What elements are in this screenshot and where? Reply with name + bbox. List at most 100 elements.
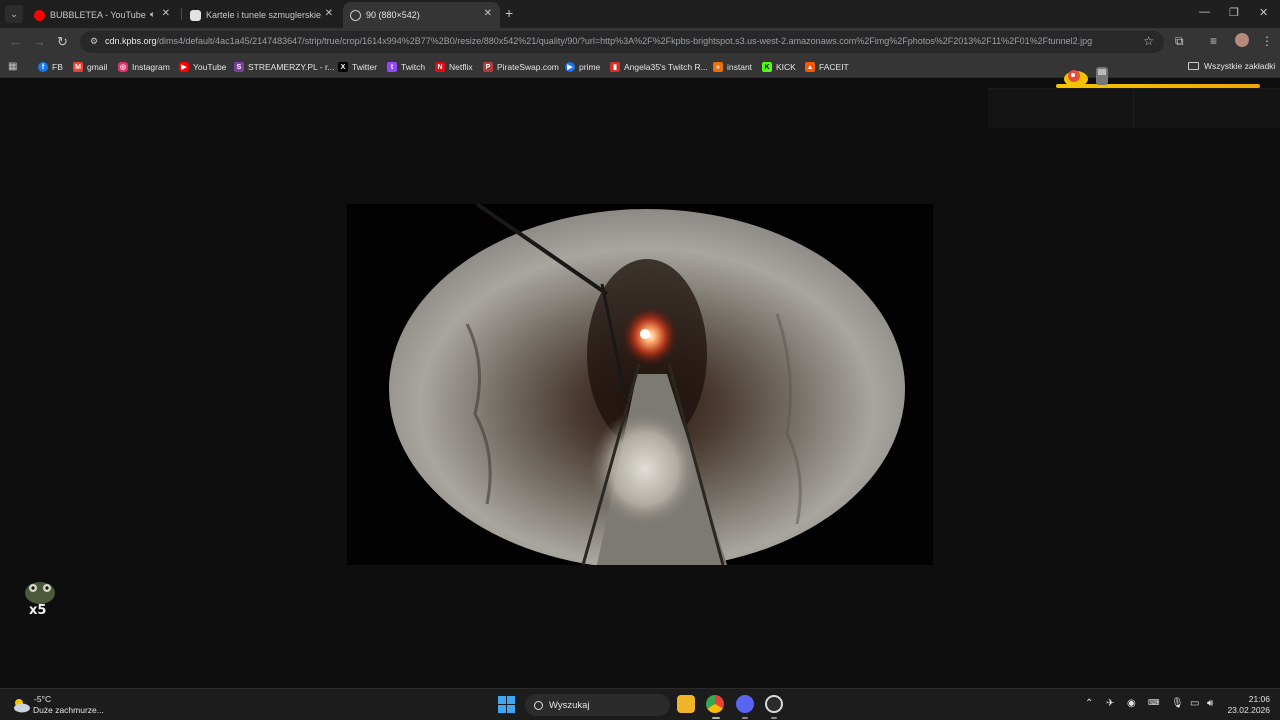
- twitch-icon: t: [387, 62, 397, 72]
- new-tab-button[interactable]: +: [505, 5, 513, 21]
- url-host: cdn.kpbs.org: [105, 36, 157, 46]
- start-button[interactable]: [498, 696, 515, 713]
- bookmark-youtube[interactable]: ▶ YouTube: [179, 61, 226, 73]
- clock-time[interactable]: 21:06: [1244, 694, 1270, 704]
- discord-icon[interactable]: [736, 695, 754, 713]
- all-bookmarks-button[interactable]: Wszystkie zakładki: [1188, 61, 1275, 71]
- streamerzy-icon: S: [234, 62, 244, 72]
- overlay-mascot-icon: [1064, 67, 1108, 87]
- clock-date[interactable]: 23.02.2026: [1226, 705, 1270, 715]
- microphone-icon[interactable]: 🎙︎: [1171, 698, 1184, 709]
- tab-title: 90 (880×542): [366, 10, 420, 20]
- bookmark-streamerzy[interactable]: S STREAMERZY.PL - r...: [234, 61, 334, 73]
- bookmark-pirateswap[interactable]: P PirateSwap.com: [483, 61, 559, 73]
- folder-icon: [1188, 62, 1199, 70]
- close-icon[interactable]: ✕: [325, 8, 333, 19]
- bookmark-faceit[interactable]: ▲ FACEIT: [805, 61, 849, 73]
- url-text[interactable]: cdn.kpbs.org/dims4/default/4ac1a45/21474…: [105, 36, 1092, 46]
- tab-youtube[interactable]: BUBBLETEA - YouTube 🔈︎ ✕: [28, 2, 178, 28]
- kick-icon: K: [762, 62, 772, 72]
- bookmark-fb[interactable]: f FB: [38, 61, 63, 73]
- pirateswap-icon: P: [483, 62, 493, 72]
- widget-count: x5: [29, 603, 47, 618]
- globe-icon: [350, 9, 361, 21]
- bookmark-label: Netflix: [449, 62, 473, 72]
- taskbar-search[interactable]: Wyszukaj: [525, 694, 670, 716]
- site-info-icon[interactable]: ⚙: [88, 36, 100, 48]
- bookmark-instagram[interactable]: ◎ Instagram: [118, 61, 170, 73]
- faceit-icon: ▲: [805, 62, 815, 72]
- volume-icon[interactable]: 🔊︎: [1207, 698, 1213, 709]
- bookmark-kick[interactable]: K KICK: [762, 61, 796, 73]
- menu-icon[interactable]: ⋮: [1261, 34, 1273, 48]
- chart-icon: ▮: [610, 62, 620, 72]
- address-bar[interactable]: ⚙ cdn.kpbs.org/dims4/default/4ac1a45/214…: [80, 31, 1164, 53]
- tab-image[interactable]: 90 (880×542) ✕: [343, 2, 500, 28]
- youtube-icon: ▶: [179, 62, 189, 72]
- back-icon[interactable]: ←: [9, 34, 22, 49]
- forward-icon[interactable]: →: [33, 34, 46, 49]
- running-indicator: [771, 717, 777, 719]
- chatgpt-icon: [190, 9, 201, 21]
- cloudy-weather-icon[interactable]: [11, 697, 31, 713]
- netflix-icon: N: [435, 62, 445, 72]
- reload-icon[interactable]: ↻: [57, 34, 68, 50]
- bookmark-star-icon[interactable]: ☆: [1143, 34, 1154, 48]
- bookmark-gmail[interactable]: Mgmail: [73, 61, 107, 73]
- chevron-up-icon[interactable]: ⌃: [1085, 698, 1093, 709]
- network-icon[interactable]: ▭: [1190, 698, 1199, 709]
- weather-desc[interactable]: Duże zachmurze...: [33, 705, 104, 715]
- close-icon[interactable]: ✕: [162, 8, 170, 19]
- youtube-icon: [34, 9, 45, 21]
- bookmark-label: prime: [579, 62, 601, 72]
- bookmark-label: gmail: [87, 62, 108, 72]
- bookmark-label: Instagram: [132, 62, 170, 72]
- bookmark-label: Twitter: [352, 62, 378, 72]
- instagram-icon: ◎: [118, 62, 128, 72]
- bookmark-twitch[interactable]: t Twitch: [387, 61, 425, 73]
- restore-icon[interactable]: ❐: [1229, 6, 1239, 19]
- close-window-icon[interactable]: ✕: [1259, 6, 1268, 19]
- tab-strip: ⌄ BUBBLETEA - YouTube 🔈︎ ✕ Kartele i tun…: [0, 0, 1280, 28]
- apps-icon[interactable]: ▦: [8, 61, 17, 72]
- bookmark-label: FB: [52, 62, 63, 72]
- extensions-icon[interactable]: ⧉: [1175, 34, 1184, 49]
- tab-kartele[interactable]: Kartele i tunele szmuglerskie ✕: [184, 2, 341, 28]
- file-explorer-icon[interactable]: [677, 695, 695, 713]
- bookmark-label: FACEIT: [819, 62, 849, 72]
- prime-icon: ▶: [565, 62, 575, 72]
- bookmark-angela[interactable]: ▮ Angela35's Twitch R...: [610, 61, 708, 73]
- bookmark-prime[interactable]: ▶ prime: [565, 61, 600, 73]
- bookmark-netflix[interactable]: N Netflix: [435, 61, 473, 73]
- gmail-icon: M: [73, 62, 83, 72]
- taskbar: -5°C Duże zachmurze... Wyszukaj ⌃ ✈ ◉ ⌨ …: [0, 688, 1280, 720]
- media-controls-icon[interactable]: ≡: [1210, 34, 1217, 48]
- tab-title: Kartele i tunele szmuglerskie: [206, 10, 322, 20]
- bookmark-label: STREAMERZY.PL - r...: [248, 62, 335, 72]
- bookmark-twitter[interactable]: X Twitter: [338, 61, 377, 73]
- discord-tray-icon[interactable]: ◉: [1127, 698, 1136, 709]
- tunnel-image: [347, 204, 933, 565]
- profile-avatar[interactable]: [1235, 33, 1249, 47]
- running-indicator: [742, 717, 748, 719]
- search-placeholder: Wyszukaj: [549, 699, 590, 711]
- close-icon[interactable]: ✕: [484, 8, 492, 19]
- active-indicator: [712, 717, 720, 719]
- tunnel-photo[interactable]: [347, 204, 933, 565]
- x-icon: X: [338, 62, 348, 72]
- instant-icon: »: [713, 62, 723, 72]
- minimize-icon[interactable]: —: [1199, 6, 1210, 18]
- all-bookmarks-label: Wszystkie zakładki: [1204, 61, 1276, 71]
- tray-app-icon[interactable]: ✈: [1106, 698, 1114, 709]
- bookmark-label: YouTube: [193, 62, 227, 72]
- weather-temp[interactable]: -5°C: [34, 694, 51, 704]
- speaker-icon[interactable]: 🔈︎: [150, 9, 155, 20]
- bookmark-instant[interactable]: » instant: [713, 61, 752, 73]
- chrome-icon[interactable]: [706, 695, 724, 713]
- tab-search-button[interactable]: ⌄: [5, 5, 23, 23]
- url-path: /dims4/default/4ac1a45/2147483647/strip/…: [156, 36, 1093, 46]
- bookmark-label: instant: [727, 62, 753, 72]
- toolbar: ← → ↻ ⚙ cdn.kpbs.org/dims4/default/4ac1a…: [0, 28, 1280, 56]
- ime-icon[interactable]: ⌨: [1148, 698, 1160, 707]
- steam-icon[interactable]: [765, 695, 783, 713]
